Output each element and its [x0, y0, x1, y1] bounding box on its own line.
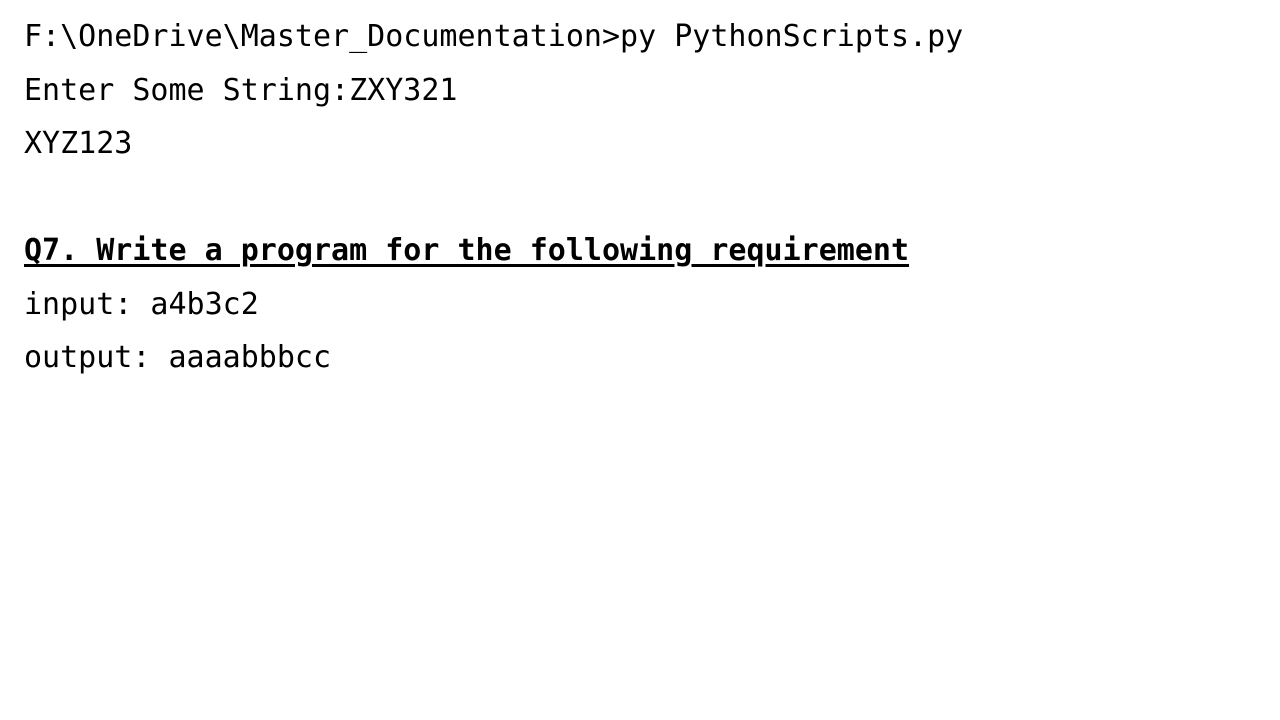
output-example: output: aaaabbbcc: [24, 340, 332, 375]
input-example: input: a4b3c2: [24, 286, 259, 322]
prompt-line: Enter Some String:ZXY321: [24, 72, 458, 108]
document-page: F:\OneDrive\Master_Documentation>py Pyth…: [24, 14, 1264, 389]
command-line: F:\OneDrive\Master_Documentation>py Pyth…: [24, 19, 964, 54]
result-line: XYZ123: [24, 126, 133, 161]
question-heading: Q7. Write a program for the following re…: [24, 233, 910, 268]
